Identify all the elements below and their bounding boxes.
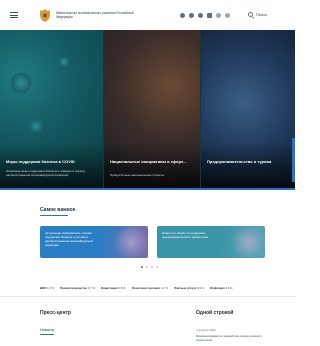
one-line-text[interactable]: Минэкономразвития: разработан подход к р… xyxy=(196,334,276,342)
divider xyxy=(0,296,295,297)
virus-illustration xyxy=(28,118,44,134)
ticker-value: 1.1 % xyxy=(160,286,168,290)
slider-progress-bar xyxy=(0,188,295,190)
ticker-label: Розничная торговля xyxy=(131,286,160,290)
ticker-label: Промпроизводство xyxy=(60,286,88,290)
news-card-text: Актуальная информация о мерах поддержки … xyxy=(45,231,93,247)
site-header: Министерство экономического развития Рос… xyxy=(0,0,295,30)
ticker-value: 3.9 % xyxy=(225,286,233,290)
section-underline xyxy=(40,215,68,216)
slide-overlay xyxy=(104,142,200,190)
vk-icon[interactable] xyxy=(180,13,185,18)
ticker-item[interactable]: Инфляция 3.9 % xyxy=(210,286,233,290)
youtube-icon[interactable] xyxy=(207,13,212,18)
header-icons xyxy=(180,13,230,18)
press-center-title: Пресс-центр xyxy=(40,310,71,316)
carousel-dots xyxy=(141,266,158,268)
hero-slide-3[interactable]: Предпринимательство и туризм xyxy=(201,30,295,190)
ticker-item[interactable]: Розничная торговля 1.1 % xyxy=(132,286,168,290)
ticker-label: Платные услуги xyxy=(173,286,197,290)
news-card-text: Новости о мерах по поддержке предпринима… xyxy=(162,231,208,239)
slide-overlay xyxy=(201,142,295,190)
hero-slide-2[interactable]: Национальные инициативы в сфере... Приор… xyxy=(104,30,200,190)
news-card-2[interactable]: Новости о мерах по поддержке предпринима… xyxy=(157,226,265,258)
slide-title: Национальные инициативы в сфере... xyxy=(110,159,187,164)
ticker-value: 0.7 % xyxy=(87,286,96,290)
card-illustration xyxy=(223,226,265,258)
language-icon[interactable] xyxy=(225,13,230,18)
carousel-dot[interactable] xyxy=(156,266,158,268)
ticker-item[interactable]: Промпроизводство 0.7 % xyxy=(60,286,95,290)
ok-icon[interactable] xyxy=(198,13,203,18)
ticker-label: Инфляция xyxy=(210,286,225,290)
ticker-item[interactable]: ВВП 1.3 % xyxy=(40,286,54,290)
slide-text: Основные меры поддержки бизнеса и гражда… xyxy=(6,169,85,177)
carousel-dot[interactable] xyxy=(141,266,143,268)
card-illustration xyxy=(106,226,148,258)
section-title-important: Самое важное xyxy=(40,207,76,213)
ticker-item[interactable]: Платные услуги 0.9 % xyxy=(174,286,204,290)
ticker-label: Инвестиции xyxy=(101,286,118,290)
virus-illustration xyxy=(10,72,32,94)
carousel-dot[interactable] xyxy=(146,266,148,268)
ticker-value: 0.8 % xyxy=(118,286,126,290)
ministry-name[interactable]: Министерство экономического развития Рос… xyxy=(56,11,136,19)
ticker-value: 1.3 % xyxy=(46,286,54,290)
coat-of-arms-icon[interactable] xyxy=(38,8,52,23)
accessibility-icon[interactable] xyxy=(216,13,221,18)
slide-title: Предпринимательство и туризм xyxy=(207,159,272,164)
ticker-value: 0.9 % xyxy=(196,286,205,290)
tab-underline xyxy=(40,334,54,335)
news-card-1[interactable]: Актуальная информация о мерах поддержки … xyxy=(40,226,148,258)
slide-title: Меры поддержки бизнеса в COVID xyxy=(6,159,75,164)
one-line-date: 4 апреля 2021 xyxy=(196,328,216,332)
carousel-dot[interactable] xyxy=(151,266,153,268)
slide-text: Приоритетные национальные проекты xyxy=(110,173,164,177)
virus-illustration xyxy=(58,56,70,68)
ticker-label: ВВП xyxy=(40,286,47,290)
search-button[interactable]: Поиск xyxy=(248,12,267,17)
ticker-item[interactable]: Инвестиции 0.8 % xyxy=(101,286,126,290)
search-label: Поиск xyxy=(256,12,268,17)
indicators-ticker: ВВП 1.3 % Промпроизводство 0.7 % Инвести… xyxy=(40,284,280,292)
search-icon xyxy=(248,12,253,17)
tab-news[interactable]: Новости xyxy=(40,328,54,332)
slide-overlay xyxy=(0,142,103,190)
telegram-icon[interactable] xyxy=(189,13,194,18)
hero-slider: Меры поддержки бизнеса в COVID Основные … xyxy=(0,30,295,190)
side-feedback-tab[interactable] xyxy=(292,138,295,182)
hero-slide-1[interactable]: Меры поддержки бизнеса в COVID Основные … xyxy=(0,30,103,190)
menu-icon[interactable] xyxy=(10,12,18,18)
one-line-title: Одной строкой xyxy=(196,310,234,316)
